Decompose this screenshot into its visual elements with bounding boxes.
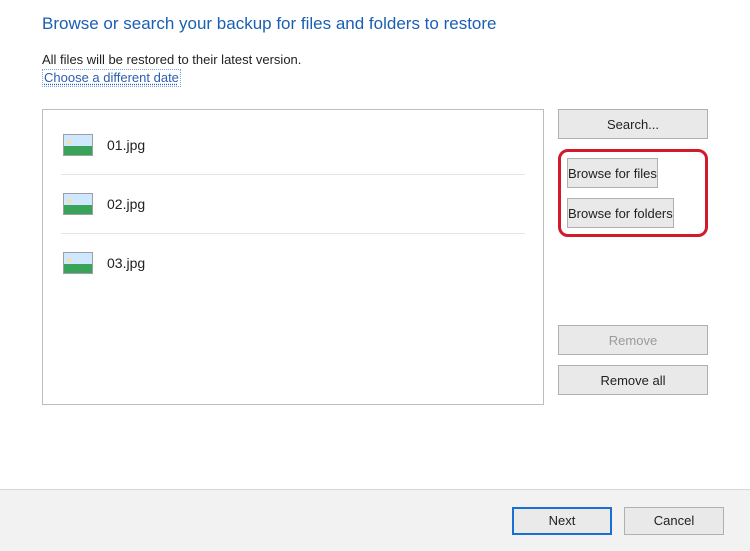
action-sidebar: Search... Browse for files Browse for fo…: [558, 109, 708, 405]
browse-files-button[interactable]: Browse for files: [567, 158, 658, 188]
file-list-panel: 01.jpg 02.jpg 03.jpg: [42, 109, 544, 405]
browse-folders-button[interactable]: Browse for folders: [567, 198, 674, 228]
highlight-annotation: Browse for files Browse for folders: [558, 149, 708, 237]
dialog-footer: Next Cancel: [0, 489, 750, 551]
file-row[interactable]: 02.jpg: [61, 189, 525, 225]
file-name: 02.jpg: [107, 196, 145, 212]
cancel-button[interactable]: Cancel: [624, 507, 724, 535]
file-name: 03.jpg: [107, 255, 145, 271]
choose-date-link[interactable]: Choose a different date: [42, 69, 181, 87]
image-file-icon: [63, 252, 93, 274]
image-file-icon: [63, 134, 93, 156]
image-file-icon: [63, 193, 93, 215]
search-button[interactable]: Search...: [558, 109, 708, 139]
remove-button: Remove: [558, 325, 708, 355]
row-separator: [61, 174, 525, 175]
remove-all-button[interactable]: Remove all: [558, 365, 708, 395]
file-row[interactable]: 01.jpg: [61, 130, 525, 166]
restore-version-note: All files will be restored to their late…: [42, 52, 708, 67]
next-button[interactable]: Next: [512, 507, 612, 535]
file-row[interactable]: 03.jpg: [61, 248, 525, 284]
page-title: Browse or search your backup for files a…: [42, 14, 708, 34]
file-name: 01.jpg: [107, 137, 145, 153]
row-separator: [61, 233, 525, 234]
